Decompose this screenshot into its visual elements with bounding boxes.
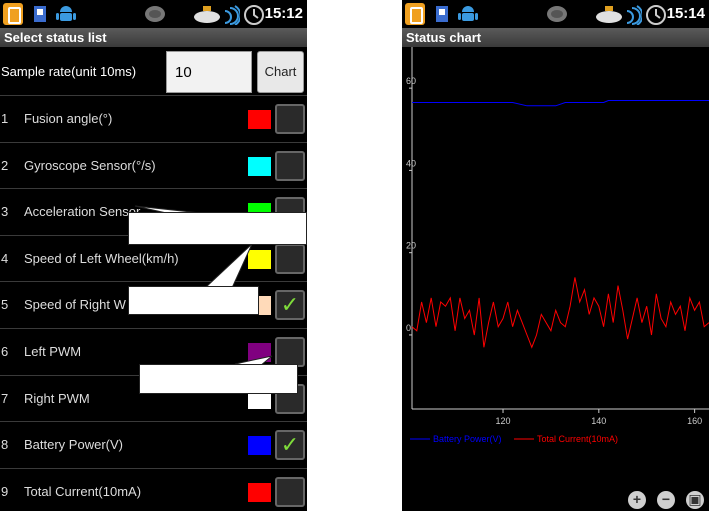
status-list-item[interactable]: 1 Fusion angle(°) xyxy=(0,95,307,142)
color-swatch xyxy=(248,156,271,176)
status-list-item[interactable]: 2 Gyroscope Sensor(°/s) xyxy=(0,141,307,189)
sample-rate-row: Sample rate(unit 10ms) Chart xyxy=(0,47,307,95)
zoom-reset-icon[interactable]: ▣ xyxy=(686,491,704,509)
status-item-name: Gyroscope Sensor(°/s) xyxy=(24,157,156,173)
app-icon xyxy=(3,3,23,25)
status-item-name: Speed of Right W xyxy=(24,297,126,313)
status-item-index: 6 xyxy=(1,343,9,359)
legend-label: Battery Power(V) xyxy=(433,434,502,444)
clock-icon xyxy=(244,5,264,25)
series-line-2 xyxy=(411,277,709,349)
status-checkbox[interactable]: ✓ xyxy=(275,430,305,461)
zoom-controls: + − ▣ xyxy=(622,489,709,511)
y-tick-label: 60 xyxy=(406,76,416,86)
page-title: Status chart xyxy=(402,28,709,47)
app-icon xyxy=(405,3,425,25)
status-item-index: 4 xyxy=(1,250,9,266)
status-checkbox[interactable] xyxy=(275,104,305,134)
status-checkbox[interactable] xyxy=(275,150,305,181)
color-swatch xyxy=(248,342,271,362)
callout-box xyxy=(128,212,307,245)
y-tick-label: 40 xyxy=(406,158,416,168)
color-swatch xyxy=(248,482,271,502)
signal-icon xyxy=(626,5,642,25)
usb-icon xyxy=(34,6,46,22)
status-item-name: Acceleration Sensor xyxy=(24,204,141,220)
status-checkbox[interactable] xyxy=(275,243,305,274)
satellite-icon xyxy=(145,6,165,22)
legend-label: Total Current(10mA) xyxy=(537,434,618,444)
usb-icon xyxy=(436,6,448,22)
zoom-out-icon[interactable]: − xyxy=(657,491,675,509)
status-item-index: 7 xyxy=(1,390,9,406)
right-screen: 15:14 Status chart 0 20 40 60 120 140 160 Batte… xyxy=(402,0,709,511)
zoom-in-icon[interactable]: + xyxy=(628,491,646,509)
status-item-index: 3 xyxy=(1,204,9,220)
status-item-name: Speed of Left Wheel(km/h) xyxy=(24,250,179,266)
status-list-item[interactable]: 9 Total Current(10mA) xyxy=(0,467,307,511)
x-tick-label: 140 xyxy=(591,416,606,426)
android-icon xyxy=(458,6,478,21)
y-tick-label: 0 xyxy=(406,323,411,333)
satellite-icon xyxy=(547,6,567,22)
status-chart: 0 20 40 60 120 140 160 Battery Power(V) Total Cu… xyxy=(406,47,709,444)
status-item-index: 9 xyxy=(1,483,9,499)
wifi-icon xyxy=(596,6,622,23)
status-item-name: Battery Power(V) xyxy=(24,437,123,453)
x-tick-label: 120 xyxy=(496,416,511,426)
status-bar: 15:14 xyxy=(402,0,709,28)
chart-area[interactable]: 0 20 40 60 120 140 160 Battery Power(V) Total Cu… xyxy=(402,47,709,511)
x-tick-label: 160 xyxy=(687,416,702,426)
status-item-name: Right PWM xyxy=(24,390,90,406)
clock-icon xyxy=(646,5,666,25)
status-checkbox[interactable] xyxy=(275,476,305,507)
color-swatch xyxy=(248,110,271,129)
sample-rate-label: Sample rate(unit 10ms) xyxy=(1,64,137,79)
status-item-index: 5 xyxy=(1,297,9,313)
status-item-index: 8 xyxy=(1,437,9,453)
clock-time: 15:14 xyxy=(666,5,705,22)
color-swatch xyxy=(248,249,271,269)
sample-rate-input[interactable] xyxy=(166,51,252,93)
chart-button[interactable]: Chart xyxy=(257,51,304,93)
series-line-1 xyxy=(412,100,709,107)
status-item-index: 1 xyxy=(1,111,9,126)
status-item-name: Left PWM xyxy=(24,343,82,359)
left-screen: 15:12 Select status list Sample rate(uni… xyxy=(0,0,307,511)
color-swatch xyxy=(248,436,271,456)
clock-time: 15:12 xyxy=(264,5,303,22)
status-bar: 15:12 xyxy=(0,0,307,28)
status-checkbox[interactable]: ✓ xyxy=(275,290,305,321)
wifi-icon xyxy=(194,6,220,23)
callout-box xyxy=(128,286,259,315)
signal-icon xyxy=(224,5,240,25)
page-title: Select status list xyxy=(0,28,307,47)
y-tick-label: 20 xyxy=(406,241,416,251)
status-item-name: Total Current(10mA) xyxy=(24,483,142,499)
android-icon xyxy=(56,6,76,21)
status-item-index: 2 xyxy=(1,157,9,173)
status-list-item[interactable]: 8 Battery Power(V) ✓ xyxy=(0,421,307,468)
status-checkbox[interactable] xyxy=(275,336,305,367)
callout-box xyxy=(139,364,298,394)
status-item-name: Fusion angle(°) xyxy=(24,111,113,126)
